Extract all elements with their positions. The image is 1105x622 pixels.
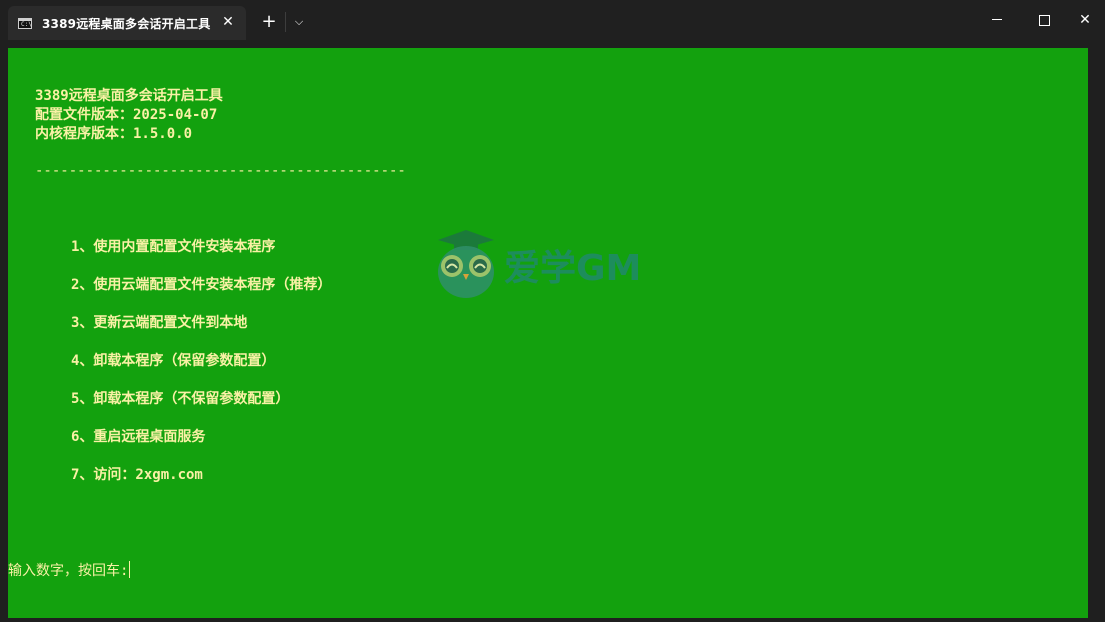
terminal-window: C:\ 3389远程桌面多会话开启工具 ✕ + ⌵ ✕ 3389远程桌面多会话开… bbox=[0, 0, 1105, 622]
console-icon-label: C:\ bbox=[21, 21, 32, 28]
menu-item-4: 4、卸载本程序（保留参数配置） bbox=[71, 353, 276, 369]
menu-item-1: 1、使用内置配置文件安装本程序 bbox=[71, 239, 276, 255]
prompt-text: 输入数字，按回车: bbox=[8, 563, 129, 579]
new-tab-button[interactable]: + bbox=[259, 12, 279, 32]
divider-line: ----------------------------------------… bbox=[35, 163, 406, 179]
menu-item-2: 2、使用云端配置文件安装本程序（推荐） bbox=[71, 277, 332, 293]
terminal-output[interactable]: 3389远程桌面多会话开启工具 配置文件版本：2025-04-07 内核程序版本… bbox=[8, 48, 1088, 618]
title-bar[interactable]: C:\ 3389远程桌面多会话开启工具 ✕ + ⌵ ✕ bbox=[0, 0, 1105, 40]
tab-terminal[interactable]: C:\ 3389远程桌面多会话开启工具 ✕ bbox=[8, 6, 246, 40]
menu-item-7: 7、访问：2xgm.com bbox=[71, 467, 203, 483]
maximize-icon bbox=[1039, 15, 1050, 26]
input-prompt[interactable]: 输入数字，按回车: bbox=[8, 561, 131, 580]
maximize-button[interactable] bbox=[1020, 0, 1066, 40]
minimize-icon bbox=[992, 19, 1002, 20]
menu-item-3: 3、更新云端配置文件到本地 bbox=[71, 315, 248, 331]
console-icon: C:\ bbox=[18, 18, 32, 29]
chevron-down-icon[interactable]: ⌵ bbox=[290, 13, 308, 31]
header-title: 3389远程桌面多会话开启工具 bbox=[35, 88, 223, 104]
close-window-button[interactable]: ✕ bbox=[1062, 0, 1105, 40]
owl-icon bbox=[438, 230, 494, 298]
menu-item-5: 5、卸载本程序（不保留参数配置） bbox=[71, 391, 290, 407]
text-cursor bbox=[129, 561, 131, 578]
watermark-logo: 爱学GM bbox=[438, 230, 641, 298]
watermark-text: 爱学GM bbox=[504, 247, 641, 289]
tab-separator bbox=[285, 12, 286, 32]
tab-close-icon[interactable]: ✕ bbox=[220, 14, 236, 30]
menu-item-6: 6、重启远程桌面服务 bbox=[71, 429, 206, 445]
header-core-version: 内核程序版本：1.5.0.0 bbox=[35, 126, 193, 142]
minimize-button[interactable] bbox=[974, 0, 1020, 40]
header-config-version: 配置文件版本：2025-04-07 bbox=[35, 107, 218, 123]
tab-title: 3389远程桌面多会话开启工具 bbox=[42, 17, 211, 31]
